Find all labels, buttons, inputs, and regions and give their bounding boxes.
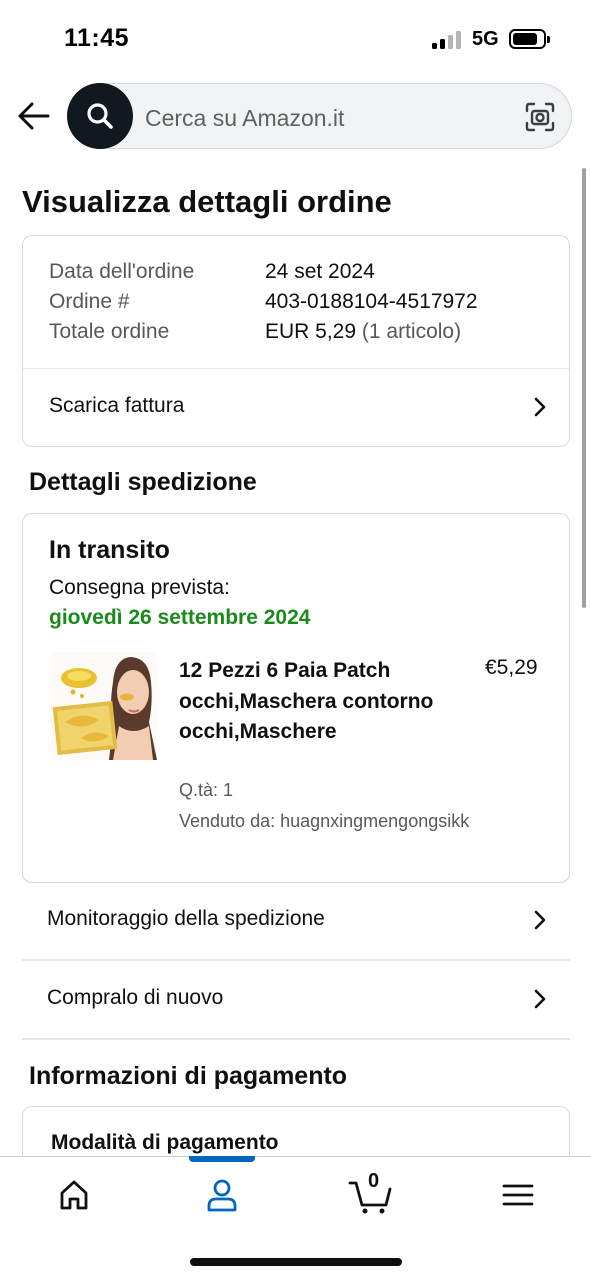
expected-delivery-date: giovedì 26 settembre 2024 bbox=[49, 606, 311, 629]
menu-icon[interactable] bbox=[498, 1175, 538, 1215]
search-box bbox=[67, 83, 572, 149]
order-number-value: 403-0188104-4517972 bbox=[265, 290, 478, 313]
order-date-value: 24 set 2024 bbox=[265, 260, 375, 283]
buy-again-label: Compralo di nuovo bbox=[47, 986, 224, 1009]
back-arrow-icon[interactable] bbox=[16, 101, 52, 131]
order-total-label: Totale ordine bbox=[49, 320, 170, 343]
status-time: 11:45 bbox=[64, 24, 130, 52]
order-summary-card: Data dell'ordine 24 set 2024 Ordine # 40… bbox=[22, 235, 570, 447]
order-total-items: (1 articolo) bbox=[361, 320, 462, 343]
shipment-status: In transito bbox=[49, 536, 170, 564]
track-shipment-label: Monitoraggio della spedizione bbox=[47, 907, 325, 930]
cart-count-badge: 0 bbox=[368, 1170, 380, 1192]
chevron-right-icon bbox=[534, 910, 546, 930]
page-title: Visualizza dettagli ordine bbox=[22, 184, 392, 219]
product-title[interactable]: 12 Pezzi 6 Paia Patch occhi,Maschera con… bbox=[179, 656, 439, 748]
chevron-right-icon bbox=[534, 989, 546, 1009]
order-total: EUR 5,29 (1 articolo) bbox=[265, 320, 461, 344]
buy-again-link[interactable]: Compralo di nuovo bbox=[22, 962, 570, 1040]
network-type: 5G bbox=[472, 28, 499, 50]
search-icon bbox=[87, 103, 113, 129]
download-invoice-link[interactable]: Scarica fattura bbox=[23, 369, 569, 446]
product-quantity: Q.tà: 1 bbox=[179, 780, 234, 800]
home-indicator bbox=[190, 1258, 402, 1266]
nav-active-indicator bbox=[189, 1156, 255, 1162]
scrollbar[interactable] bbox=[582, 168, 586, 608]
track-shipment-link[interactable]: Monitoraggio della spedizione bbox=[22, 883, 570, 961]
battery-icon bbox=[509, 29, 550, 49]
camera-icon[interactable] bbox=[524, 101, 556, 133]
payment-method-label: Modalità di pagamento bbox=[51, 1131, 279, 1154]
order-date-label: Data dell'ordine bbox=[49, 260, 195, 283]
download-invoice-label: Scarica fattura bbox=[49, 394, 185, 417]
order-number-label: Ordine # bbox=[49, 290, 130, 313]
search-bar-row bbox=[0, 82, 591, 150]
search-input[interactable] bbox=[145, 105, 505, 131]
account-icon[interactable] bbox=[202, 1175, 242, 1215]
order-total-value: EUR 5,29 bbox=[265, 320, 357, 343]
payment-section-title: Informazioni di pagamento bbox=[29, 1062, 348, 1090]
product-image[interactable] bbox=[51, 652, 157, 760]
home-icon[interactable] bbox=[54, 1175, 94, 1215]
status-bar: 11:45 5G bbox=[0, 0, 591, 78]
signal-icon bbox=[432, 31, 462, 49]
chevron-right-icon bbox=[534, 397, 546, 417]
shipping-section-title: Dettagli spedizione bbox=[29, 468, 257, 496]
search-button[interactable] bbox=[67, 83, 133, 149]
expected-delivery-label: Consegna prevista: bbox=[49, 576, 230, 599]
product-seller: Venduto da: huagnxingmengongsikk bbox=[179, 811, 470, 831]
shipment-card: In transito Consegna prevista: giovedì 2… bbox=[22, 513, 570, 883]
product-price: €5,29 bbox=[485, 656, 538, 679]
